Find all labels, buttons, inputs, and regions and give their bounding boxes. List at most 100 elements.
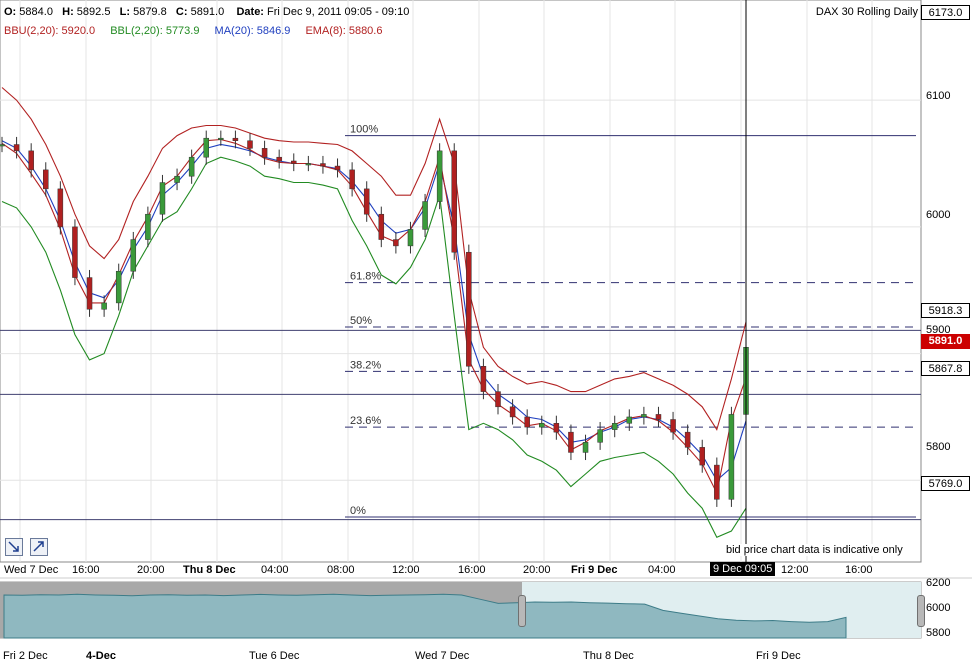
zoom-out-tool-button[interactable] [5,538,23,556]
navigator-date-label: Fri 9 Dec [756,650,801,662]
candle-body [684,431,691,448]
x-axis-label: 12:00 [781,564,809,576]
candle-body [509,406,516,418]
open-value: 5884.0 [19,6,53,18]
indicator-bbl: BBL(2,20): 5773.9 [110,25,200,37]
x-axis-label: 20:00 [523,564,551,576]
nav-y-label: 6000 [926,602,951,614]
y-tick-label: 6100 [926,90,951,102]
candle-body [699,447,705,466]
y-tick-label: 5800 [926,441,951,453]
open-label: O: [4,6,17,18]
x-axis-label: 08:00 [327,564,355,576]
candle-body [495,391,501,408]
candle-body [728,414,735,500]
candle-body [174,175,180,183]
navigator-date-label: Wed 7 Dec [415,650,470,662]
indicator-legend: BBU(2,20): 5920.0 BBL(2,20): 5773.9 MA(2… [4,25,394,37]
candle-body [363,188,370,215]
candle-body [320,163,326,167]
candle-body [188,156,195,177]
fib-level-label: 0% [350,505,366,517]
candle-body [101,302,107,310]
chart-title: DAX 30 Rolling Daily [815,6,918,18]
low-value: 5879.8 [133,6,167,18]
arrow-down-right-icon [8,541,19,552]
plot-area [0,0,922,563]
candle-body [130,239,137,272]
nav-y-label: 6200 [926,577,951,589]
candle-body [334,165,341,171]
close-label: C: [175,6,188,18]
close-value: 5891.0 [190,6,225,18]
ohlc-readout: O: 5884.0 H: 5892.5 L: 5879.8 C: 5891.0 … [4,6,409,18]
price-badge-line-b: 5867.8 [921,361,970,376]
fib-level-label: 61.8% [350,271,381,283]
candle-body [28,150,34,171]
x-axis-label: 16:00 [845,564,873,576]
candle-body [611,423,618,430]
x-axis-label: Thu 8 Dec [183,564,236,576]
candle-body [115,270,122,304]
candle-body [86,277,93,310]
candle-body [349,169,355,190]
x-axis-label: 16:00 [72,564,100,576]
candle-body [422,201,428,230]
x-axis-label: 04:00 [648,564,676,576]
fib-level-label: 23.6% [350,415,381,427]
candle-body [276,156,282,162]
arrow-up-right-icon [33,541,44,552]
navigator-left-handle[interactable] [518,595,526,627]
fib-level-label: 38.2% [350,359,381,371]
candle-body [393,239,399,247]
x-axis-label: 12:00 [392,564,420,576]
candle-body [0,144,5,147]
disclaimer-text: bid price chart data is indicative only [724,544,905,556]
price-badge-current: 5891.0 [921,334,970,349]
candle-body [72,226,78,278]
navigator-right-handle[interactable] [917,595,925,627]
navigator-date-label: Thu 8 Dec [583,650,634,662]
x-axis-label: 16:00 [458,564,486,576]
x-axis-label: Fri 9 Dec [571,564,618,576]
zoom-in-tool-button[interactable] [30,538,48,556]
candle-body [13,144,20,152]
indicator-ma: MA(20): 5846.9 [214,25,291,37]
candle-body [597,429,603,443]
price-badge-top: 6173.0 [921,5,970,20]
date-label: Date: [236,6,264,18]
candle-body [203,137,209,158]
candle-body [407,229,414,247]
candle-body [247,140,253,149]
candle-body [670,419,676,433]
date-value: Fri Dec 9, 2011 09:05 - 09:10 [267,6,410,18]
candle-body [159,182,166,215]
candle-body [553,423,560,433]
indicator-bbu: BBU(2,20): 5920.0 [4,25,96,37]
candle-body [568,431,574,453]
fib-level-label: 100% [350,124,378,136]
navigator-date-label: Tue 6 Dec [249,650,300,662]
high-label: H: [62,6,74,18]
y-tick-label: 6000 [926,209,951,221]
candle-body [714,464,720,500]
candle-body [57,188,64,228]
candle-body [480,366,487,392]
candle-body [626,416,633,424]
candle-body [218,137,224,140]
crosshair-time-label: 9 Dec 09:05 [710,562,776,576]
x-axis-label: 20:00 [137,564,165,576]
candle-body [378,213,385,240]
fib-level-label: 50% [350,315,372,327]
candle-body [466,251,472,367]
x-axis-label: Wed 7 Dec [4,564,59,576]
chart-window: { "header": { "open_label": "O:", "open"… [0,0,972,666]
navigator-date-label: Fri 2 Dec [3,650,48,662]
nav-y-label: 5800 [926,627,951,639]
price-badge-line-a: 5918.3 [921,303,970,318]
candle-body [43,169,49,190]
candle-body [539,423,545,428]
candle-body [582,442,589,453]
candle-body [436,150,443,202]
price-badge-line-c: 5769.0 [921,476,970,491]
